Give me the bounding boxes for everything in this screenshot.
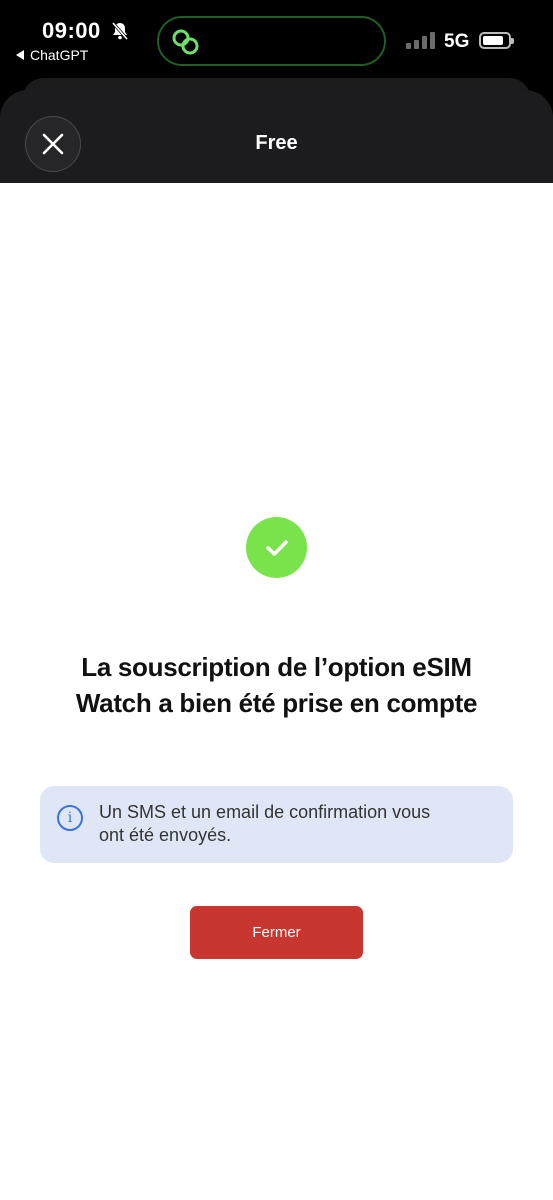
status-time: 09:00 [42, 18, 101, 43]
main-content: La souscription de l’option eSIM Watch a… [0, 183, 553, 1200]
title-line-2: Watch a bien été prise en compte [75, 688, 478, 718]
bell-slash-icon [111, 22, 129, 40]
back-app-label: ChatGPT [30, 47, 89, 63]
info-text-line-1: Un SMS et un email de confirmation vous [99, 802, 431, 822]
success-badge [246, 517, 307, 578]
fermer-button[interactable]: Fermer [190, 906, 363, 959]
network-type: 5G [444, 31, 470, 52]
info-text-line-2: ont été envoyés. [99, 825, 232, 845]
signal-icon [406, 31, 435, 49]
info-icon: i [57, 805, 83, 831]
dynamic-island[interactable] [157, 16, 386, 66]
battery-fill [483, 36, 503, 45]
sheet-header: Free [0, 90, 553, 183]
info-text: Un SMS et un email de confirmation vous … [99, 801, 499, 847]
back-triangle-icon [16, 50, 24, 60]
check-icon [265, 539, 288, 556]
link-icon [172, 29, 199, 55]
confirmation-title: La souscription de l’option eSIM Watch a… [30, 649, 523, 721]
battery-icon [479, 32, 514, 49]
header-title: Free [255, 132, 298, 154]
info-banner: i Un SMS et un email de confirmation vou… [40, 786, 513, 863]
status-bar: 09:00 ChatGPT 5G [0, 0, 553, 80]
title-line-1: La souscription de l’option eSIM [81, 652, 472, 682]
back-to-app-link[interactable]: ChatGPT [16, 47, 88, 63]
